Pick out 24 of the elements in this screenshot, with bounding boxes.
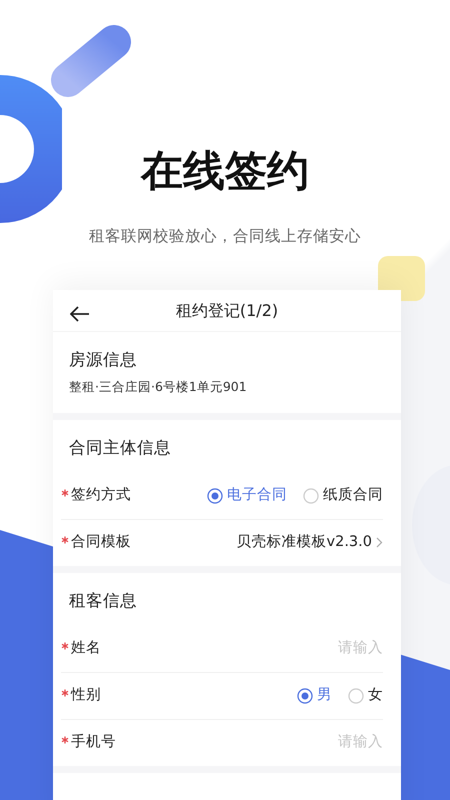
radio-icon (303, 488, 319, 504)
radio-icon (348, 688, 364, 704)
radio-icon (207, 488, 223, 504)
page-title: 租约登记(1/2) (176, 300, 278, 322)
section-title: 房源信息 (69, 350, 137, 370)
headline: 在线签约 (141, 146, 309, 195)
input-field[interactable]: 请输入 (283, 732, 383, 754)
address-text: 整租·三合庄园·6号楼1单元901 (69, 379, 247, 394)
radio-option[interactable]: 纸质合同 (303, 484, 383, 507)
radio-option[interactable]: 电子合同 (207, 484, 287, 507)
radio-icon (297, 688, 313, 704)
template-select[interactable]: 贝壳标准模板v2.3.0 (236, 532, 383, 554)
field-label: 姓名 (71, 638, 101, 658)
chevron-right-icon (376, 536, 383, 548)
radio-option[interactable]: 女 (348, 685, 383, 708)
section-title: 合同主体信息 (69, 438, 171, 458)
radio-option[interactable]: 男 (297, 685, 332, 708)
subtitle: 租客联网校验放心，合同线上存储安心 (89, 227, 361, 246)
field-label: 手机号 (71, 732, 116, 752)
field-label: 合同模板 (71, 533, 131, 552)
field-label: 性别 (71, 686, 101, 706)
input-field[interactable]: 请输入 (283, 638, 383, 660)
section-title: 租客信息 (69, 591, 137, 610)
field-label: 签约方式 (71, 486, 131, 505)
